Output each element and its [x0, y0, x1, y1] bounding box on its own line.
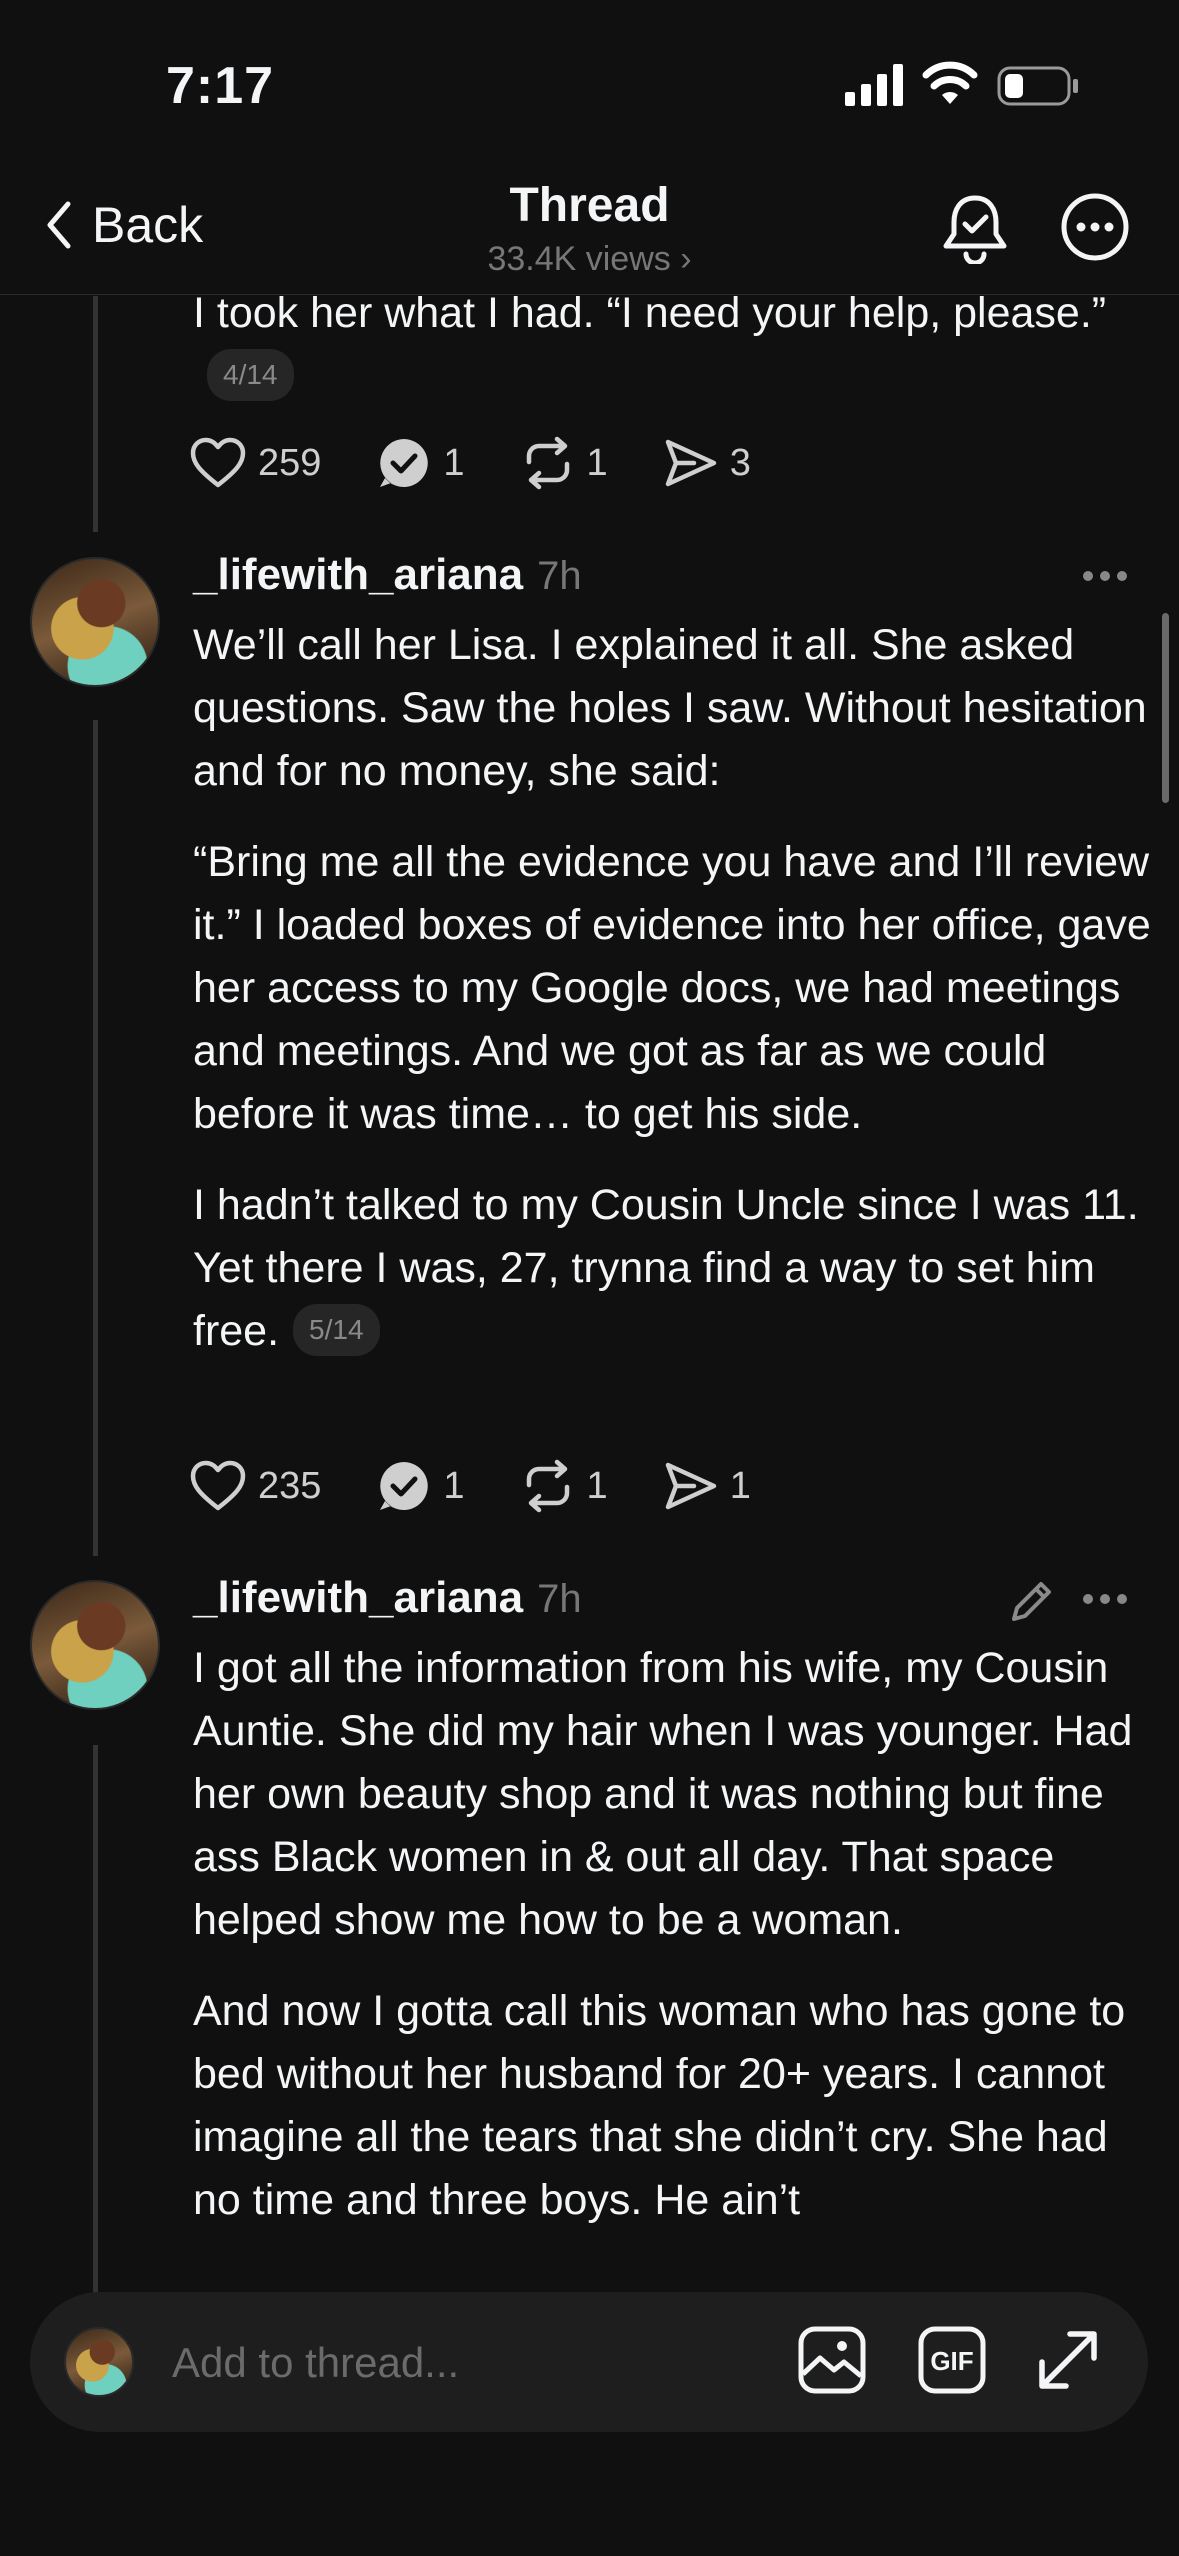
image-icon[interactable]: [796, 2324, 868, 2396]
share-count: 3: [729, 441, 751, 484]
avatar[interactable]: [30, 557, 160, 687]
repost-button[interactable]: 1: [521, 436, 608, 490]
compose-bar[interactable]: Add to thread... GIF: [30, 2292, 1148, 2432]
post-more-button[interactable]: [1083, 571, 1127, 581]
post-actions: 235 1 1 1: [190, 1459, 807, 1513]
expand-icon[interactable]: [1032, 2324, 1104, 2396]
heart-icon: [190, 1460, 246, 1511]
like-button[interactable]: 235: [190, 1460, 321, 1512]
author-username[interactable]: _lifewith_ariana: [193, 1573, 523, 1623]
thread-line: [93, 296, 98, 532]
repost-count: 1: [586, 441, 608, 484]
like-button[interactable]: 259: [190, 437, 321, 489]
reply-check-bubble-icon: [380, 439, 429, 487]
scrollbar-thumb[interactable]: [1162, 613, 1169, 803]
repost-button[interactable]: 1: [521, 1459, 608, 1513]
pencil-icon[interactable]: [1008, 1577, 1056, 1625]
like-count: 235: [258, 1464, 322, 1507]
repost-icon: [526, 436, 569, 490]
share-count: 1: [729, 1464, 751, 1507]
svg-text:GIF: GIF: [930, 2346, 973, 2376]
post-author-row: _lifewith_ariana 7h: [193, 1573, 582, 1623]
gif-icon[interactable]: GIF: [916, 2324, 988, 2396]
thread-line: [93, 720, 98, 1556]
bell-icon[interactable]: [940, 192, 1010, 264]
status-time: 7:17: [166, 57, 275, 115]
cellular-signal-icon: [845, 64, 903, 106]
post-paragraph: I got all the information from his wife,…: [193, 1644, 1133, 1944]
post-more-button[interactable]: [1083, 1594, 1127, 1604]
battery-icon: [997, 66, 1078, 106]
send-icon: [665, 439, 716, 487]
send-icon: [665, 1462, 716, 1510]
post-paragraph: And now I gotta call this woman who has …: [193, 1987, 1126, 2224]
reply-count: 1: [443, 441, 465, 484]
reply-button[interactable]: 1: [377, 436, 465, 490]
compose-input[interactable]: Add to thread...: [172, 2339, 459, 2387]
post-time-ago: 7h: [537, 1577, 582, 1621]
thread-line: [93, 1745, 98, 2305]
repost-icon: [526, 1459, 569, 1513]
post-actions: 259 1 1 3: [190, 436, 807, 490]
post-text: I got all the information from his wife,…: [193, 1637, 1153, 2232]
thread-counter-badge: 4/14: [207, 348, 294, 401]
reply-count: 1: [443, 1464, 465, 1507]
like-count: 259: [258, 441, 322, 484]
post-paragraph: “Bring me all the evidence you have and …: [193, 838, 1151, 1138]
post-text: We’ll call her Lisa. I explained it all.…: [193, 614, 1153, 1363]
reply-button[interactable]: 1: [377, 1459, 465, 1513]
reply-check-bubble-icon: [380, 1462, 429, 1510]
author-username[interactable]: _lifewith_ariana: [193, 550, 523, 600]
post-paragraph: I took her what I had. “I need your help…: [193, 289, 1107, 337]
share-button[interactable]: 1: [664, 1461, 751, 1511]
post-paragraph: We’ll call her Lisa. I explained it all.…: [193, 621, 1147, 795]
repost-count: 1: [586, 1464, 608, 1507]
post-time-ago: 7h: [537, 554, 582, 598]
post-text: I took her what I had. “I need your help…: [193, 282, 1153, 408]
wifi-icon: [922, 61, 978, 104]
heart-icon: [190, 437, 246, 488]
thread-counter-badge: 5/14: [293, 1303, 380, 1356]
avatar[interactable]: [30, 1580, 160, 1710]
post-author-row: _lifewith_ariana 7h: [193, 550, 582, 600]
post-paragraph: I hadn’t talked to my Cousin Uncle since…: [193, 1174, 1153, 1363]
more-circle-icon[interactable]: [1060, 192, 1130, 262]
avatar: [64, 2327, 134, 2397]
share-button[interactable]: 3: [664, 438, 751, 488]
